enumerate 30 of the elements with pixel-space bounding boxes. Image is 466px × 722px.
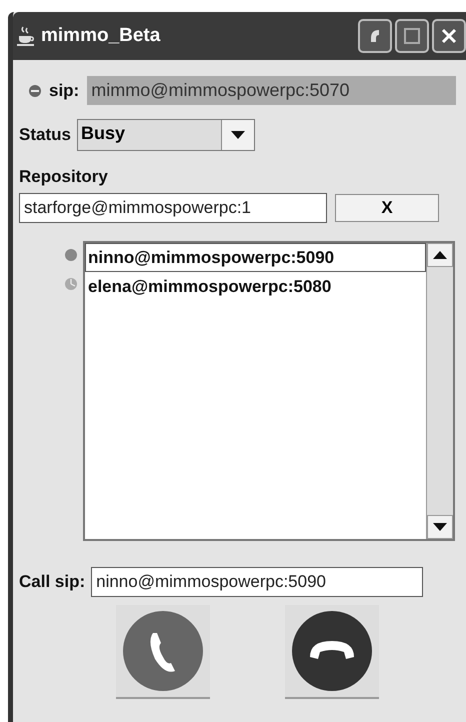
maximize-button[interactable] bbox=[395, 19, 429, 53]
contact-item[interactable]: ninno@mimmospowerpc:5090 bbox=[85, 243, 426, 272]
contact-item[interactable]: elena@mimmospowerpc:5080 bbox=[85, 272, 426, 301]
repository-label: Repository bbox=[19, 167, 109, 187]
close-icon bbox=[441, 28, 457, 44]
call-button[interactable] bbox=[116, 605, 210, 699]
coffee-cup-icon bbox=[17, 26, 35, 46]
sip-label: sip: bbox=[49, 80, 80, 100]
call-sip-field[interactable]: ninno@mimmospowerpc:5090 bbox=[91, 567, 424, 597]
contact-status-icon bbox=[65, 249, 77, 261]
sip-address: mimmo@mimmospowerpc:5070 bbox=[87, 76, 456, 105]
status-label: Status bbox=[19, 125, 71, 145]
phone-icon bbox=[123, 611, 204, 691]
repository-field[interactable]: starforge@mimmospowerpc:1 bbox=[19, 193, 327, 223]
contact-status-icon bbox=[65, 278, 77, 290]
scroll-down-button[interactable] bbox=[427, 515, 453, 539]
up-arrow-icon bbox=[433, 251, 447, 259]
status-dropdown[interactable]: Busy bbox=[76, 119, 255, 151]
minimize-button[interactable] bbox=[358, 19, 392, 53]
maximize-icon bbox=[404, 28, 420, 44]
window-title: mimmo_Beta bbox=[41, 25, 162, 47]
clear-button[interactable]: X bbox=[335, 194, 439, 222]
down-arrow-icon bbox=[433, 523, 447, 531]
status-dot-icon bbox=[29, 84, 41, 96]
close-button[interactable] bbox=[432, 19, 466, 53]
hang-up-button[interactable] bbox=[284, 605, 379, 699]
dropdown-arrow-icon bbox=[230, 131, 245, 139]
scroll-up-button[interactable] bbox=[427, 243, 453, 267]
call-sip-label: Call sip: bbox=[19, 572, 86, 592]
phone-receiver-icon bbox=[292, 611, 372, 691]
